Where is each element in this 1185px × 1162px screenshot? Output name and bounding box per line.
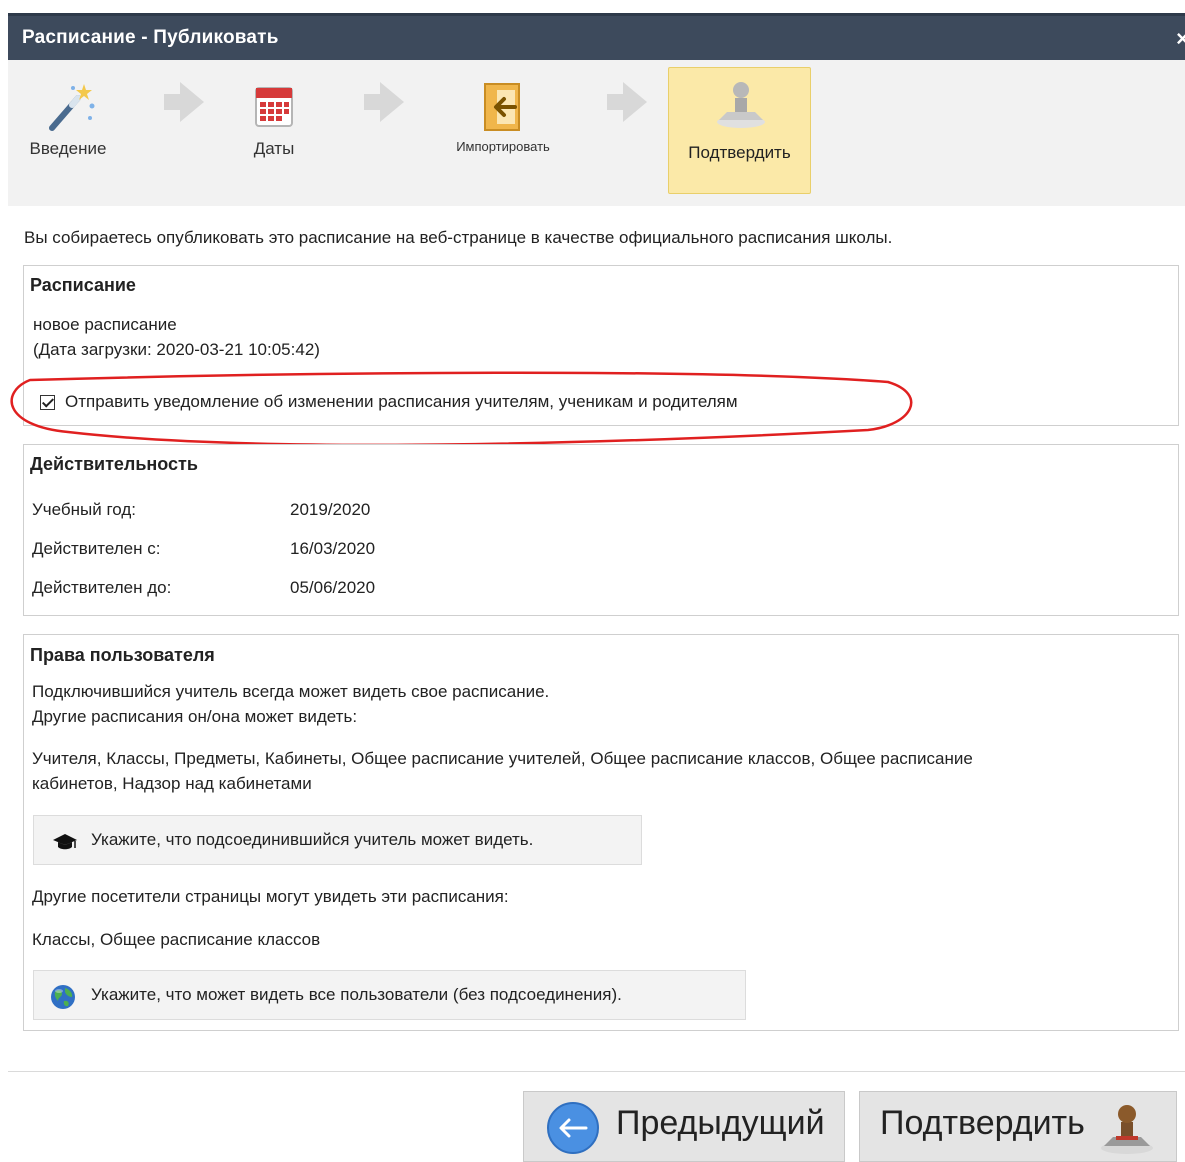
top-strip — [8, 0, 1185, 13]
wizard-step-dates[interactable]: Даты — [234, 78, 314, 159]
rights-panel: Права пользователя Подключившийся учител… — [23, 634, 1179, 1031]
wizard-step-label: Подтвердить — [688, 143, 791, 162]
intro-text: Вы собираетесь опубликовать это расписан… — [24, 228, 893, 247]
rights-heading: Права пользователя — [30, 645, 215, 665]
visitor-permissions-button[interactable]: Укажите, что может видеть все пользовате… — [33, 970, 746, 1020]
validity-heading: Действительность — [30, 454, 198, 474]
stamp-icon — [1101, 1105, 1153, 1154]
visitor-permissions-label: Укажите, что может видеть все пользовате… — [91, 985, 622, 1004]
visitors-visible-list: Классы, Общее расписание классов — [32, 930, 321, 949]
magic-wand-icon — [49, 84, 95, 131]
step-arrow-icon — [164, 82, 204, 122]
visitors-info-line: Другие посетители страницы могут увидеть… — [32, 887, 509, 906]
confirm-button-label: Подтвердить — [880, 1104, 1085, 1142]
wizard-step-label: Даты — [253, 139, 295, 158]
validity-label: Действителен до: — [32, 578, 172, 597]
previous-button[interactable]: Предыдущий — [523, 1091, 845, 1162]
teacher-visible-list: кабинетов, Надзор над кабинетами — [32, 774, 312, 793]
import-icon — [484, 83, 520, 131]
validity-value: 2019/2020 — [290, 500, 371, 519]
footer-divider — [8, 1071, 1185, 1072]
wizard-steps: Введение Даты Импортировать Подтвердить — [8, 60, 1185, 206]
validity-label: Действителен с: — [32, 539, 161, 558]
step-arrow-icon — [364, 82, 404, 122]
wizard-step-label: Введение — [29, 139, 107, 158]
dialog-titlebar: Расписание - Публиковать × — [8, 13, 1185, 63]
wizard-step-import[interactable]: Импортировать — [428, 78, 578, 154]
wizard-step-label: Импортировать — [456, 139, 550, 154]
globe-icon — [51, 985, 75, 1009]
wizard-step-confirm[interactable]: Подтвердить — [668, 67, 811, 194]
teacher-info-line: Другие расписания он/она может видеть: — [32, 707, 358, 726]
wizard-step-intro[interactable]: Введение — [20, 78, 116, 159]
teacher-permissions-label: Укажите, что подсоединившийся учитель мо… — [91, 830, 534, 849]
upload-date: (Дата загрузки: 2020-03-21 10:05:42) — [33, 340, 320, 359]
confirm-button[interactable]: Подтвердить — [859, 1091, 1177, 1162]
teacher-info-line: Подключившийся учитель всегда может виде… — [32, 682, 550, 701]
teacher-permissions-button[interactable]: Укажите, что подсоединившийся учитель мо… — [33, 815, 642, 865]
graduation-cap-icon — [53, 834, 77, 850]
validity-value: 05/06/2020 — [290, 578, 376, 597]
schedule-heading: Расписание — [30, 275, 136, 295]
teacher-visible-list: Учителя, Классы, Предметы, Кабинеты, Общ… — [32, 749, 973, 768]
validity-label: Учебный год: — [32, 500, 137, 519]
stamp-icon — [717, 82, 765, 128]
previous-button-label: Предыдущий — [616, 1104, 825, 1142]
dialog-title: Расписание - Публиковать — [22, 27, 279, 48]
validity-panel: Действительность Учебный год: 2019/2020 … — [23, 444, 1179, 616]
close-icon[interactable]: × — [1176, 26, 1185, 52]
calendar-icon — [255, 87, 293, 127]
arrow-left-circle-icon — [547, 1102, 599, 1154]
schedule-name: новое расписание — [33, 315, 177, 334]
step-arrow-icon — [607, 82, 647, 122]
validity-value: 16/03/2020 — [290, 539, 376, 558]
